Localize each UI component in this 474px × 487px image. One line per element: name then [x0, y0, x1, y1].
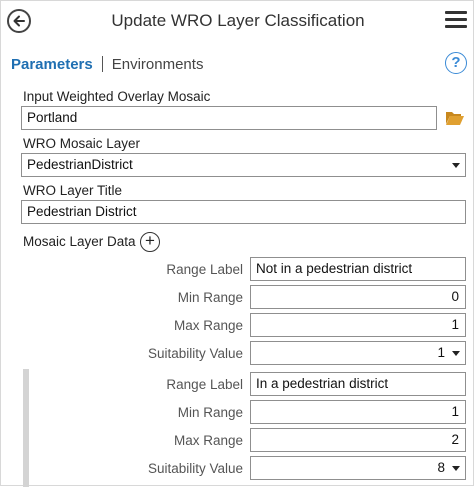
help-icon[interactable]: ? [445, 52, 467, 74]
suitability-label: Suitability Value [147, 346, 243, 361]
range-label-input[interactable]: In a pedestrian district [250, 372, 466, 396]
min-range-input[interactable]: 1 [250, 400, 466, 424]
min-range-label: Min Range [177, 405, 243, 420]
layer-title-label: WRO Layer Title [23, 183, 123, 198]
max-range-input[interactable]: 2 [250, 428, 466, 452]
mosaic-value: Portland [27, 110, 78, 125]
max-range-label: Max Range [173, 318, 243, 333]
row-group-bar [23, 369, 29, 487]
min-range-value: 1 [451, 404, 459, 419]
min-range-input[interactable]: 0 [250, 285, 466, 309]
mosaic-label: Input Weighted Overlay Mosaic [23, 89, 211, 104]
min-range-label: Min Range [177, 290, 243, 305]
layer-title-input[interactable]: Pedestrian District [21, 200, 466, 224]
max-range-input[interactable]: 1 [250, 313, 466, 337]
suitability-label: Suitability Value [147, 461, 243, 476]
layer-select[interactable]: PedestrianDistrict [21, 153, 466, 177]
mosaic-layer-data-label: Mosaic Layer Data [23, 234, 136, 249]
layer-value: PedestrianDistrict [27, 157, 133, 172]
range-label-value: Not in a pedestrian district [256, 261, 413, 276]
layer-title-value: Pedestrian District [27, 204, 137, 219]
dropdown-caret-icon [452, 466, 460, 471]
max-range-value: 2 [451, 432, 459, 447]
tab-parameters[interactable]: Parameters [11, 56, 93, 73]
min-range-value: 0 [451, 289, 459, 304]
geoprocessing-pane: Update WRO Layer Classification Paramete… [0, 0, 474, 487]
back-arrow-icon[interactable] [7, 9, 31, 33]
range-label-label: Range Label [166, 377, 243, 392]
tab-bar: Parameters Environments [11, 53, 203, 75]
dropdown-caret-icon [452, 351, 460, 356]
range-label-value: In a pedestrian district [256, 376, 389, 391]
max-range-label: Max Range [173, 433, 243, 448]
suitability-value: 1 [437, 345, 445, 360]
suitability-select[interactable]: 1 [250, 341, 466, 365]
suitability-select[interactable]: 8 [250, 456, 466, 480]
suitability-value: 8 [437, 460, 445, 475]
layer-label: WRO Mosaic Layer [23, 136, 141, 151]
plus-circle-icon[interactable]: + [140, 232, 160, 252]
max-range-value: 1 [451, 317, 459, 332]
range-label-label: Range Label [166, 262, 243, 277]
pane-title: Update WRO Layer Classification [111, 11, 365, 30]
folder-open-icon[interactable] [445, 109, 465, 127]
tab-environments[interactable]: Environments [112, 56, 204, 73]
mosaic-input[interactable]: Portland [21, 106, 437, 130]
tab-divider [101, 56, 103, 72]
range-label-input[interactable]: Not in a pedestrian district [250, 257, 466, 281]
dropdown-caret-icon [452, 163, 460, 168]
hamburger-menu-icon[interactable] [445, 11, 467, 31]
